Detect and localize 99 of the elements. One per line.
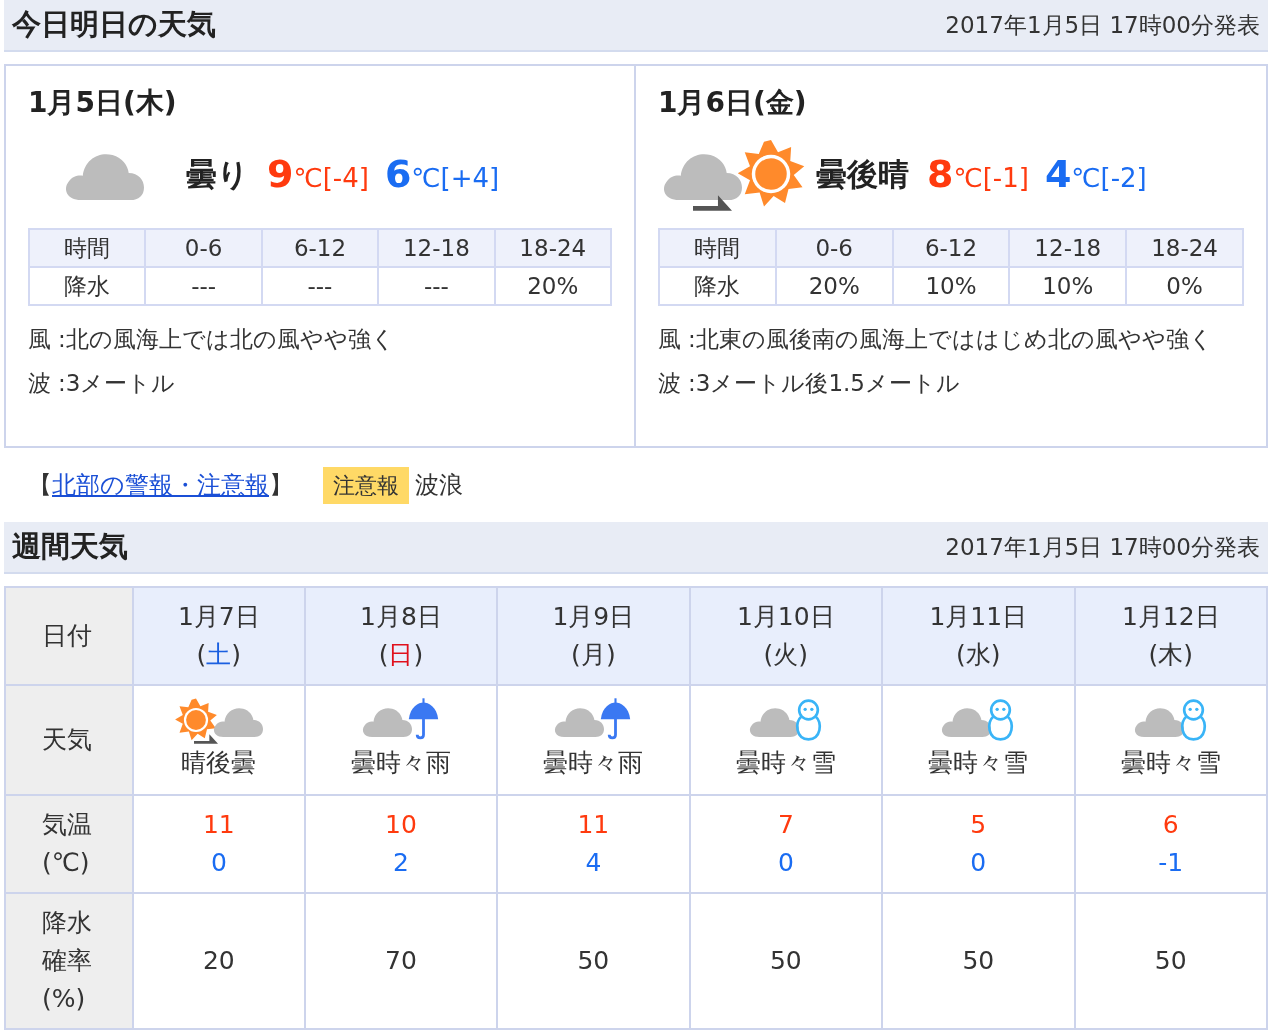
temperature-difference: [-4] bbox=[322, 161, 369, 195]
table-cell: 10% bbox=[1009, 267, 1127, 305]
table-cell: 50 bbox=[689, 893, 883, 1029]
table-cell: 50 bbox=[882, 893, 1075, 1029]
weather-label: 曇り bbox=[186, 154, 249, 194]
day-heading: 1月5日(木) bbox=[28, 85, 178, 121]
paren: ) bbox=[798, 639, 809, 671]
table-cell: 50 bbox=[1074, 893, 1267, 1029]
weekday-label: 月 bbox=[580, 639, 606, 671]
weekday-label: 木 bbox=[1158, 639, 1184, 671]
warnings-link[interactable]: 北部の警報・注意報 bbox=[52, 467, 269, 503]
temperature-difference: [-1] bbox=[982, 161, 1029, 195]
table-cell: --- bbox=[145, 267, 262, 305]
table-cell: 降水 bbox=[659, 267, 776, 305]
table-cell: 時間 bbox=[659, 229, 776, 267]
bracket: 】 bbox=[269, 470, 293, 501]
note-text: :北の風海上では北の風やや強く bbox=[58, 325, 395, 354]
table-cell: --- bbox=[261, 267, 379, 305]
weekday-label: 土 bbox=[206, 639, 232, 671]
weather-label: 曇時々雪 bbox=[927, 747, 1030, 780]
advisory-item: 波浪 bbox=[415, 470, 463, 501]
degree-unit: ℃ bbox=[1071, 161, 1101, 195]
paren: ( bbox=[763, 639, 774, 671]
row-label: 天気 bbox=[42, 724, 93, 756]
sun-icon bbox=[174, 698, 219, 743]
weather-label: 曇時々雪 bbox=[734, 747, 837, 780]
bracket: 【 bbox=[28, 470, 52, 501]
weekday-label: 日 bbox=[388, 639, 414, 671]
temperature-difference: [-2] bbox=[1100, 161, 1147, 195]
table-cell: 20% bbox=[494, 267, 611, 305]
high-temperature: 11 bbox=[576, 809, 611, 841]
low-temperature: 2 bbox=[391, 847, 410, 879]
date-label: 1月9日 bbox=[551, 601, 636, 633]
date-label: 1月7日 bbox=[176, 601, 261, 633]
note-text: :3メートル bbox=[58, 369, 176, 398]
weather-label: 曇時々雪 bbox=[1119, 747, 1222, 780]
weather-label: 曇時々雨 bbox=[542, 747, 645, 780]
table-cell: 10% bbox=[892, 267, 1010, 305]
paren: ( bbox=[378, 639, 389, 671]
table-cell: --- bbox=[378, 267, 495, 305]
high-temperature: 5 bbox=[969, 809, 988, 841]
paren: ( bbox=[571, 639, 581, 671]
paren: ( bbox=[196, 639, 207, 671]
paren: ( bbox=[956, 639, 966, 671]
paren: ) bbox=[990, 639, 1001, 671]
low-temperature: 4 bbox=[1044, 150, 1072, 198]
high-temperature: 10 bbox=[384, 809, 418, 841]
sun-icon bbox=[735, 139, 806, 209]
high-temperature: 8 bbox=[927, 150, 954, 198]
table-cell: 20 bbox=[133, 893, 305, 1029]
section-title: 週間天気 bbox=[12, 528, 128, 566]
weekday-label: 水 bbox=[965, 639, 991, 671]
low-temperature: 0 bbox=[969, 847, 988, 879]
low-temperature: 0 bbox=[209, 847, 228, 879]
temperature-difference: [+4] bbox=[440, 161, 500, 195]
table-cell: 70 bbox=[304, 893, 498, 1029]
weather-label: 曇後晴 bbox=[816, 154, 909, 194]
date-label: 1月12日 bbox=[1120, 601, 1221, 633]
date-label: 1月10日 bbox=[735, 601, 836, 633]
table-cell: 50 bbox=[497, 893, 690, 1029]
low-temperature: 6 bbox=[384, 150, 412, 198]
low-temperature: -1 bbox=[1157, 847, 1185, 879]
section-title: 今日明日の天気 bbox=[12, 6, 216, 44]
date-label: 1月11日 bbox=[928, 601, 1029, 633]
row-label: 日付 bbox=[42, 620, 93, 652]
weekday-label: 火 bbox=[773, 639, 799, 671]
weather-label: 曇時々雨 bbox=[349, 747, 452, 780]
degree-unit: ℃ bbox=[411, 161, 441, 195]
paren: ( bbox=[1148, 639, 1159, 671]
date-label: 1月8日 bbox=[359, 601, 443, 633]
issued-time: 2017年1月5日 17時00分発表 bbox=[945, 10, 1260, 40]
paren: ) bbox=[413, 639, 424, 671]
weather-label: 晴後曇 bbox=[180, 747, 258, 780]
high-temperature: 11 bbox=[201, 809, 236, 841]
high-temperature: 7 bbox=[776, 809, 795, 841]
low-temperature: 4 bbox=[584, 847, 603, 879]
note-text: :3メートル後1.5メートル bbox=[688, 369, 960, 398]
issued-time: 2017年1月5日 17時00分発表 bbox=[945, 532, 1260, 562]
note-text: :北東の風後南の風海上でははじめ北の風やや強く bbox=[688, 325, 1213, 354]
table-cell: 降水 bbox=[29, 267, 146, 305]
advisory-badge: 注意報 bbox=[323, 466, 409, 504]
note-label: 風 bbox=[658, 325, 682, 354]
row-label: 降水 確率 (%) bbox=[42, 907, 93, 1015]
row-label: 気温 (℃) bbox=[42, 809, 93, 879]
degree-unit: ℃ bbox=[953, 161, 983, 195]
note-label: 風 bbox=[28, 325, 52, 354]
paren: ) bbox=[231, 639, 242, 671]
day-heading: 1月6日(金) bbox=[658, 85, 808, 121]
table-cell: 20% bbox=[775, 267, 893, 305]
table-cell: 時間 bbox=[29, 229, 146, 267]
low-temperature: 0 bbox=[776, 847, 795, 879]
paren: ) bbox=[1183, 639, 1193, 671]
high-temperature: 6 bbox=[1161, 809, 1180, 841]
note-label: 波 bbox=[658, 369, 682, 398]
paren: ) bbox=[605, 639, 616, 671]
high-temperature: 9 bbox=[267, 150, 294, 198]
note-label: 波 bbox=[28, 369, 52, 398]
table-cell: 0% bbox=[1126, 267, 1243, 305]
degree-unit: ℃ bbox=[293, 161, 323, 195]
